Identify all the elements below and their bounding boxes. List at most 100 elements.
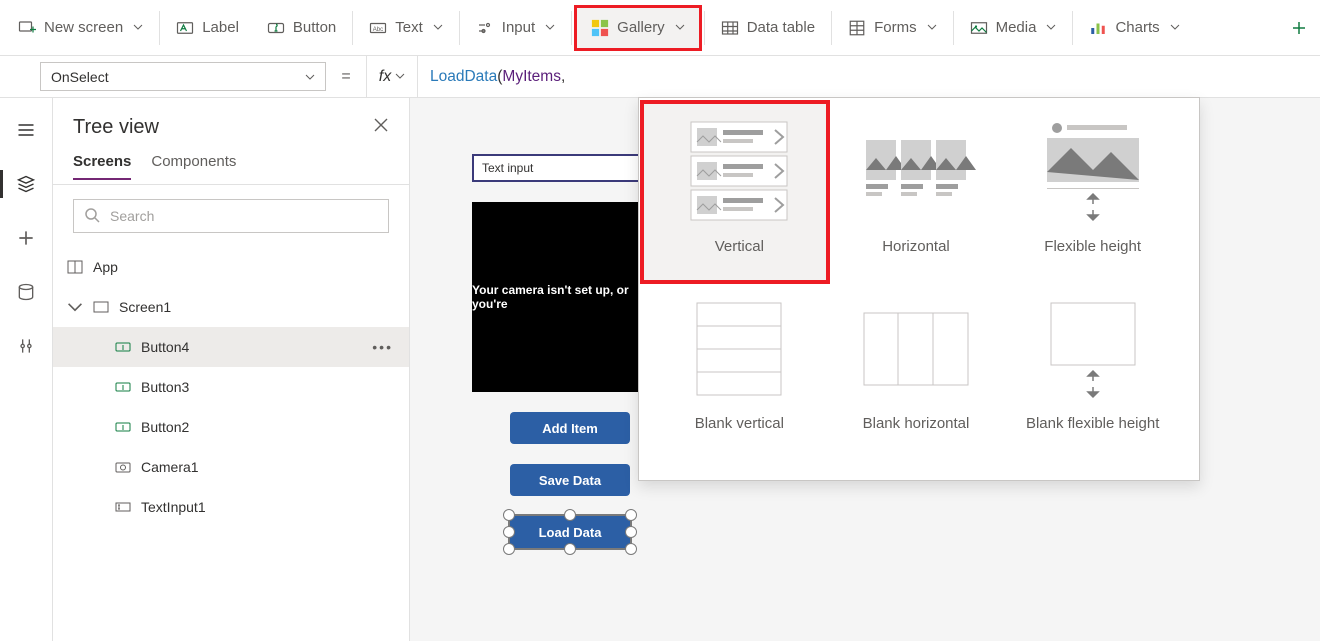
gallery-option-vertical[interactable]: Vertical <box>651 112 828 289</box>
gallery-option-flexible[interactable]: Flexible height <box>1004 112 1181 289</box>
tab-components[interactable]: Components <box>151 153 236 180</box>
equals-sign: = <box>326 56 366 97</box>
tab-screens[interactable]: Screens <box>73 153 131 180</box>
text-input-control[interactable]: Text input <box>472 154 642 182</box>
vertical-thumb-icon <box>679 118 799 226</box>
text-input-value: Text input <box>482 161 533 175</box>
property-selector[interactable]: OnSelect <box>40 62 326 91</box>
gallery-option-horizontal[interactable]: Horizontal <box>828 112 1005 289</box>
insert-rail-button[interactable] <box>6 220 46 256</box>
chevron-down-icon <box>133 19 143 36</box>
gallery-label: Gallery <box>617 19 665 36</box>
media-button[interactable]: Media <box>956 0 1071 55</box>
gallery-popup: Vertical Horizontal <box>638 97 1200 481</box>
charts-icon <box>1089 19 1107 37</box>
resize-handle[interactable] <box>625 526 637 538</box>
forms-icon <box>848 19 866 37</box>
plus-icon <box>1290 19 1308 37</box>
tree-node-button4[interactable]: Button4 ••• <box>53 327 409 367</box>
button-button[interactable]: Button <box>253 0 350 55</box>
load-data-button[interactable]: Load Data <box>510 516 630 548</box>
text-icon: Abc <box>369 19 387 37</box>
gallery-option-blank-vertical[interactable]: Blank vertical <box>651 289 828 466</box>
chevron-down-icon <box>67 299 83 315</box>
tree-search-input[interactable]: Search <box>73 199 389 233</box>
tree-node-camera1[interactable]: Camera1 <box>53 447 409 487</box>
add-custom-button[interactable] <box>1276 0 1316 55</box>
gallery-option-label: Blank flexible height <box>1026 415 1159 432</box>
tools-rail-button[interactable] <box>6 328 46 364</box>
button-label: Load Data <box>539 525 602 540</box>
separator <box>953 11 954 45</box>
input-button[interactable]: Input <box>462 0 569 55</box>
search-placeholder: Search <box>110 208 154 224</box>
media-icon <box>970 19 988 37</box>
button-icon <box>115 339 131 355</box>
formula-input[interactable]: LoadData( MyItems, <box>418 56 1320 97</box>
left-rail <box>0 98 53 641</box>
tree-node-button3[interactable]: Button3 <box>53 367 409 407</box>
gallery-option-label: Vertical <box>715 238 764 255</box>
gallery-option-label: Blank horizontal <box>863 415 970 432</box>
fx-button[interactable]: fx <box>366 56 418 97</box>
text-button[interactable]: Abc Text <box>355 0 457 55</box>
button-icon <box>115 379 131 395</box>
search-icon <box>84 207 100 226</box>
label-icon <box>176 19 194 37</box>
text-label: Text <box>395 19 423 36</box>
chevron-down-icon <box>433 19 443 36</box>
tree-list: App Screen1 Button4 ••• Button3 Button2 <box>53 247 409 641</box>
button-label: Save Data <box>539 473 601 488</box>
tree-node-screen1[interactable]: Screen1 <box>53 287 409 327</box>
property-name: OnSelect <box>51 69 109 85</box>
resize-handle[interactable] <box>564 509 576 521</box>
tree-node-button2[interactable]: Button2 <box>53 407 409 447</box>
resize-handle[interactable] <box>625 543 637 555</box>
resize-handle[interactable] <box>503 543 515 555</box>
resize-handle[interactable] <box>503 526 515 538</box>
blank-flexible-thumb-icon <box>1033 295 1153 403</box>
media-label: Media <box>996 19 1037 36</box>
forms-button[interactable]: Forms <box>834 0 951 55</box>
blank-vertical-thumb-icon <box>679 295 799 403</box>
chevron-down-icon <box>1046 19 1056 36</box>
save-data-button[interactable]: Save Data <box>510 464 630 496</box>
gallery-option-blank-flexible[interactable]: Blank flexible height <box>1004 289 1181 466</box>
close-panel-button[interactable] <box>373 117 389 138</box>
gallery-button[interactable]: Gallery <box>574 5 702 51</box>
tree-view-rail-button[interactable] <box>6 166 46 202</box>
separator <box>1072 11 1073 45</box>
new-screen-label: New screen <box>44 19 123 36</box>
add-item-button[interactable]: Add Item <box>510 412 630 444</box>
charts-button[interactable]: Charts <box>1075 0 1193 55</box>
chevron-down-icon <box>675 19 685 36</box>
chevron-down-icon <box>545 19 555 36</box>
separator <box>831 11 832 45</box>
new-screen-button[interactable]: New screen <box>4 0 157 55</box>
data-table-label: Data table <box>747 19 815 36</box>
gallery-icon <box>591 19 609 37</box>
resize-handle[interactable] <box>625 509 637 521</box>
insert-ribbon: New screen Label Button Abc Text Input G… <box>0 0 1320 56</box>
data-table-button[interactable]: Data table <box>707 0 829 55</box>
tree-node-textinput1[interactable]: TextInput1 <box>53 487 409 527</box>
gallery-option-blank-horizontal[interactable]: Blank horizontal <box>828 289 1005 466</box>
textinput-icon <box>115 499 131 515</box>
hamburger-button[interactable] <box>6 112 46 148</box>
button-text: Button <box>293 19 336 36</box>
resize-handle[interactable] <box>503 509 515 521</box>
camera-control[interactable]: Your camera isn't set up, or you're <box>472 202 642 392</box>
tree-node-app[interactable]: App <box>53 247 409 287</box>
tree-node-label: Screen1 <box>119 299 171 315</box>
gallery-option-label: Flexible height <box>1044 238 1141 255</box>
more-button[interactable]: ••• <box>372 339 401 355</box>
mock-app: Text input Your camera isn't set up, or … <box>472 154 642 548</box>
label-button[interactable]: Label <box>162 0 253 55</box>
separator <box>352 11 353 45</box>
camera-icon <box>115 459 131 475</box>
separator <box>571 11 572 45</box>
resize-handle[interactable] <box>564 543 576 555</box>
data-rail-button[interactable] <box>6 274 46 310</box>
camera-message: Your camera isn't set up, or you're <box>472 283 642 311</box>
svg-text:Abc: Abc <box>373 27 383 33</box>
